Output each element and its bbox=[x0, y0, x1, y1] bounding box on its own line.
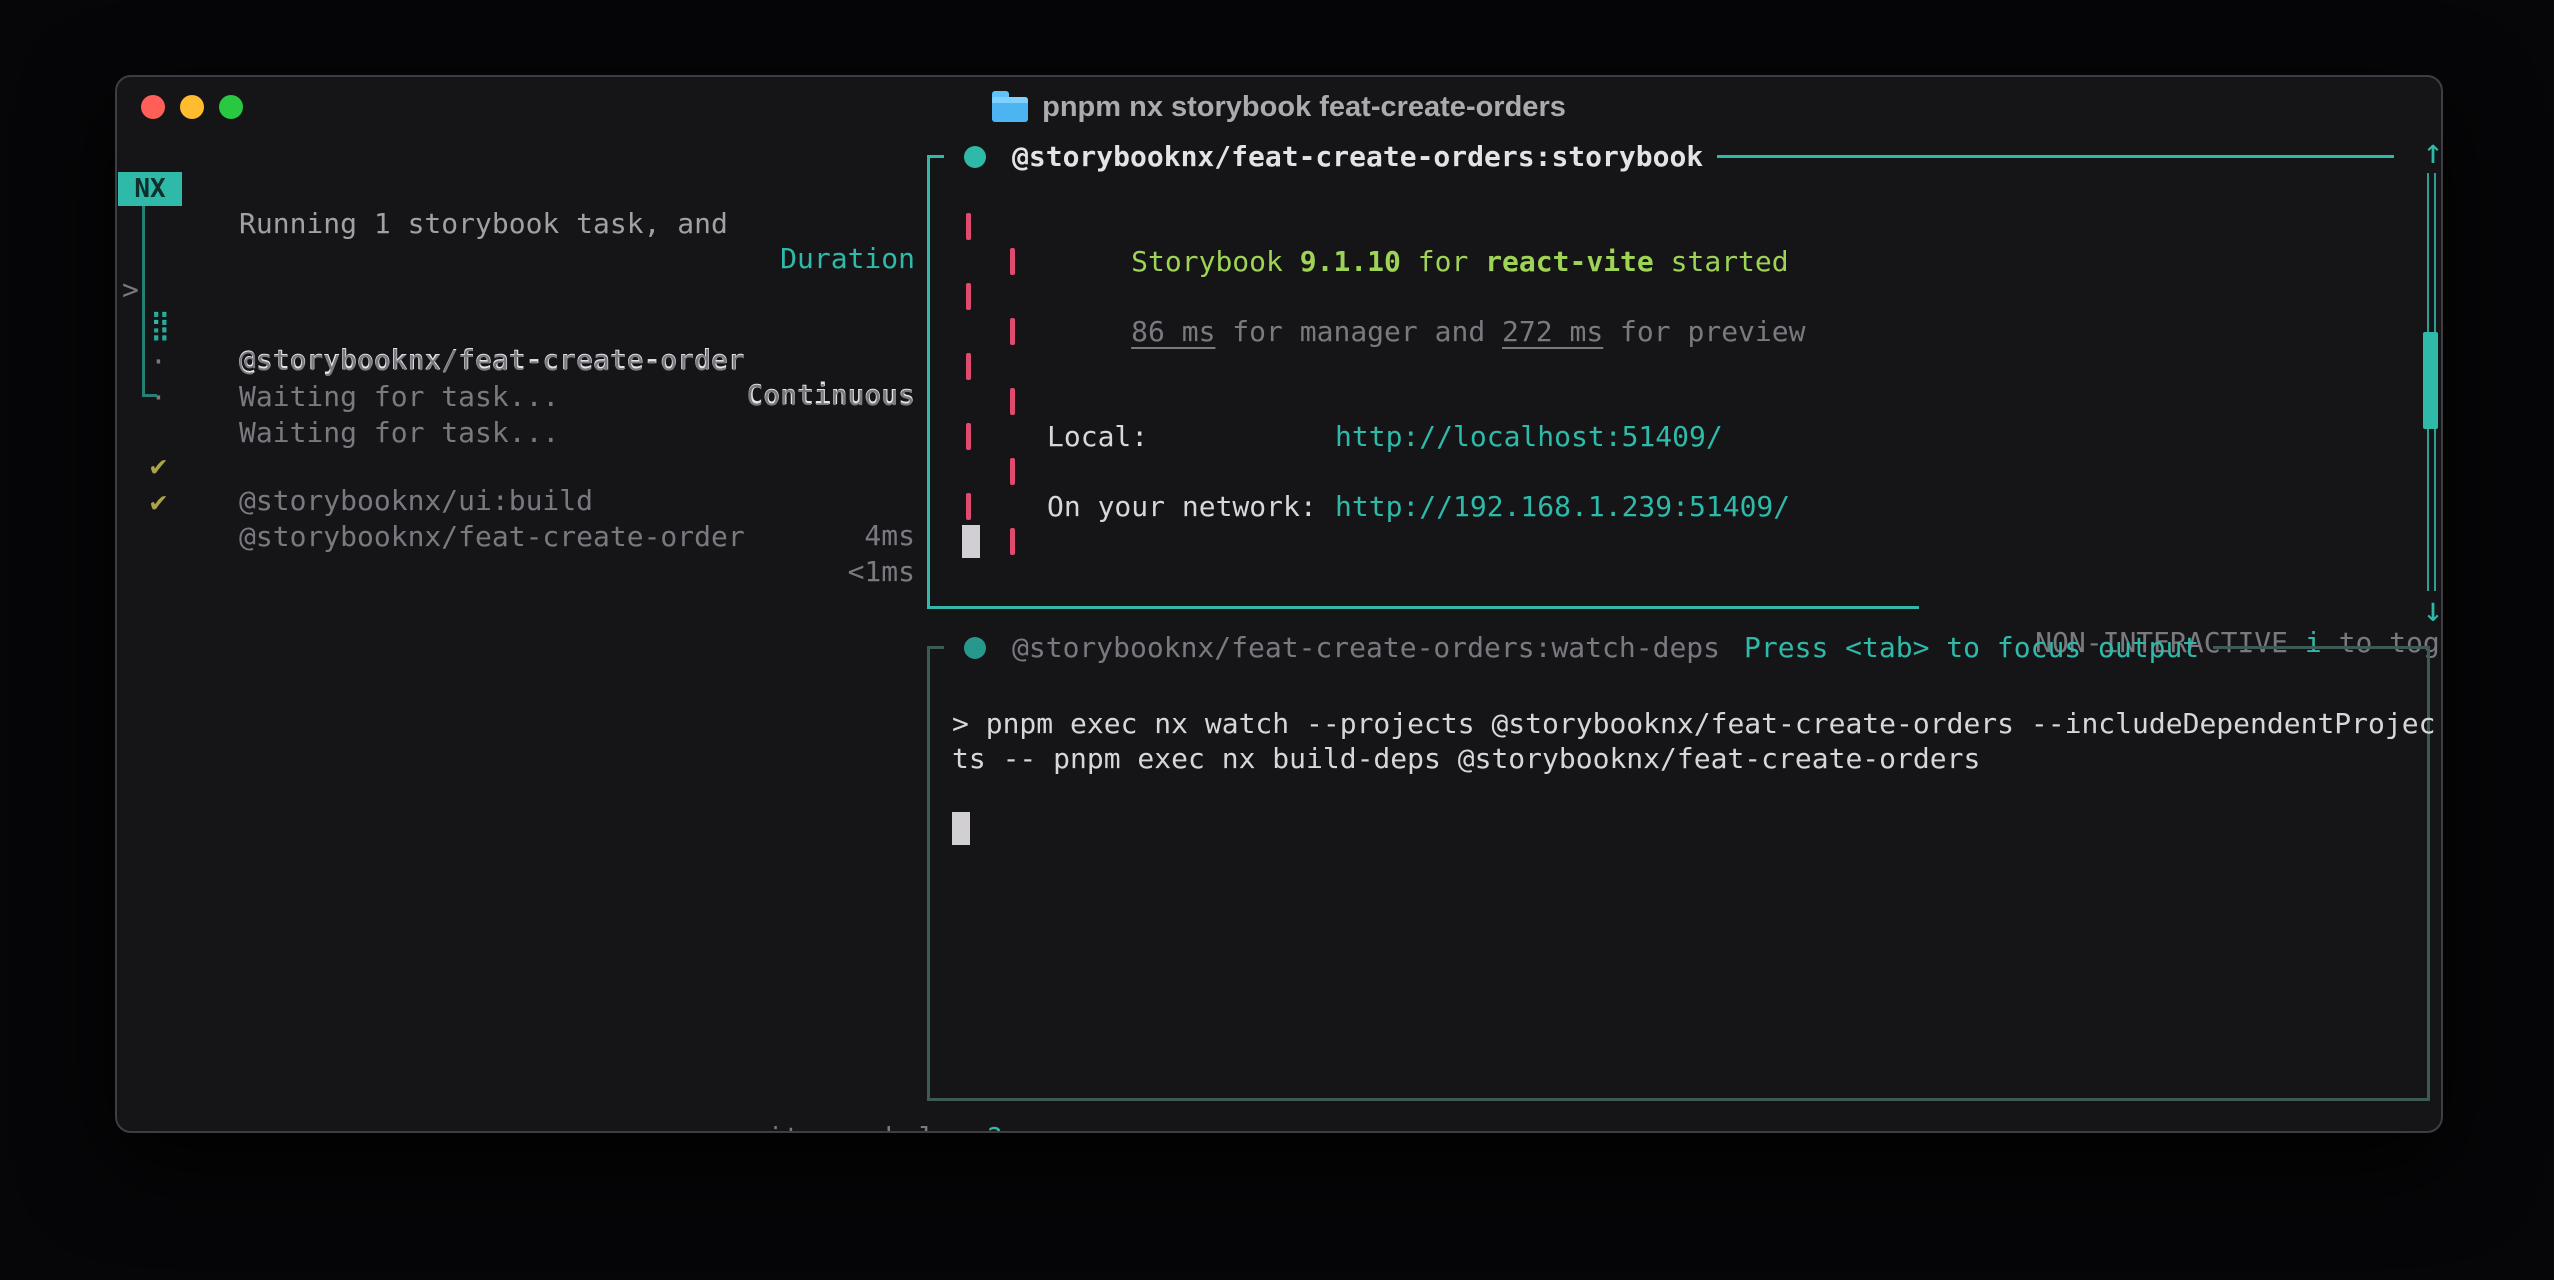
panel-border-line bbox=[2213, 646, 2430, 649]
panel-border-left bbox=[927, 155, 930, 609]
storybook-version: 9.1.10 bbox=[1300, 245, 1401, 278]
task-list-header: Running 1 storybook task, and Duration bbox=[117, 171, 917, 206]
output-bar bbox=[966, 353, 971, 380]
scroll-down-icon[interactable]: ↓ bbox=[2413, 592, 2443, 628]
output-bar bbox=[1010, 528, 1015, 555]
storybook-timing-line: 86 ms for manager and 272 ms for preview bbox=[1030, 279, 1805, 314]
window-title: pnpm nx storybook feat-create-orders bbox=[1042, 90, 1566, 125]
started-text: started bbox=[1654, 245, 1789, 278]
output-bar bbox=[966, 283, 971, 310]
panel-border-left bbox=[927, 646, 930, 1100]
watch-deps-panel-title: @storybooknx/feat-create-orders:watch-de… bbox=[1012, 630, 1720, 665]
network-url-link[interactable]: http://192.168.1.239:51409/ bbox=[1335, 489, 1790, 524]
task-row[interactable]: · Waiting for task... bbox=[117, 309, 917, 344]
output-bar bbox=[966, 493, 971, 520]
focus-hint: Press <tab> to focus output bbox=[1744, 630, 2199, 665]
storybook-panel-header[interactable]: @storybooknx/feat-create-orders:storyboo… bbox=[927, 139, 2394, 174]
started-text: Storybook bbox=[1131, 245, 1300, 278]
help-key: ? bbox=[986, 1121, 1003, 1133]
scrollbar-thumb[interactable] bbox=[2423, 332, 2438, 429]
task-name: @storybooknx/ui:build bbox=[239, 483, 593, 518]
running-status-label: Running 1 storybook task, and bbox=[239, 206, 728, 241]
task-name: Waiting for task... bbox=[239, 379, 559, 414]
storybook-panel-title: @storybooknx/feat-create-orders:storyboo… bbox=[1012, 139, 1703, 174]
task-duration: <1ms bbox=[848, 554, 915, 589]
pending-dot-icon: · bbox=[150, 380, 167, 415]
storybook-started-line: Storybook 9.1.10 for react-vite started bbox=[1030, 209, 1789, 244]
running-dot-icon bbox=[964, 146, 986, 168]
storybook-framework: react-vite bbox=[1485, 245, 1654, 278]
output-bar bbox=[1010, 458, 1015, 485]
terminal-cursor bbox=[952, 812, 970, 845]
task-row[interactable]: ⣽ @storybooknx/feat-create-order Continu… bbox=[117, 273, 917, 308]
local-label: Local: bbox=[1047, 419, 1148, 454]
completed-task-row[interactable]: ✔ @storybooknx/ui:build 4ms bbox=[117, 413, 917, 448]
output-bar bbox=[966, 423, 971, 450]
help-label: help: bbox=[851, 1121, 986, 1133]
output-bar bbox=[1010, 318, 1015, 345]
panel-border-bottom bbox=[927, 606, 1919, 609]
keybinding-footer: quit: q help: ? bbox=[632, 1085, 1003, 1133]
terminal-window: pnpm nx storybook feat-create-orders NX … bbox=[115, 75, 2443, 1133]
timing-text: for manager and bbox=[1215, 315, 1502, 348]
manager-time: 86 ms bbox=[1131, 315, 1215, 348]
task-row[interactable]: · Waiting for task... bbox=[117, 345, 917, 380]
scroll-up-icon[interactable]: ↑ bbox=[2413, 134, 2443, 170]
output-bar bbox=[966, 213, 971, 240]
watch-command-line: > pnpm exec nx watch --projects @storybo… bbox=[952, 706, 2435, 741]
task-row[interactable]: > ⣻ @storybooknx/feat-create-order Conti… bbox=[117, 237, 917, 272]
output-bar bbox=[1010, 388, 1015, 415]
watch-deps-panel-header[interactable]: @storybooknx/feat-create-orders:watch-de… bbox=[927, 630, 2430, 665]
output-bar bbox=[1010, 248, 1015, 275]
watch-command-line: ts -- pnpm exec nx build-deps @storybook… bbox=[952, 741, 1980, 776]
titlebar[interactable]: pnpm nx storybook feat-create-orders bbox=[117, 77, 2441, 132]
local-url-link[interactable]: http://localhost:51409/ bbox=[1335, 419, 1723, 454]
title-wrap: pnpm nx storybook feat-create-orders bbox=[117, 89, 2441, 125]
terminal-cursor bbox=[962, 525, 980, 558]
desktop: pnpm nx storybook feat-create-orders NX … bbox=[0, 0, 2554, 1280]
quit-label: quit: bbox=[733, 1121, 834, 1133]
quit-key: q bbox=[834, 1121, 851, 1133]
folder-icon bbox=[992, 97, 1028, 122]
started-text: for bbox=[1401, 245, 1485, 278]
preview-time: 272 ms bbox=[1502, 315, 1603, 348]
task-duration: 4ms bbox=[864, 518, 915, 553]
panel-border-bottom bbox=[927, 1098, 2430, 1101]
check-icon: ✔ bbox=[150, 484, 167, 519]
timing-text: for preview bbox=[1603, 315, 1805, 348]
task-name: @storybooknx/feat-create-order bbox=[239, 519, 745, 554]
panel-border-line bbox=[1717, 155, 2394, 158]
completed-task-row[interactable]: ✔ @storybooknx/feat-create-order <1ms bbox=[117, 449, 917, 484]
task-status: Continuous bbox=[746, 378, 915, 413]
running-dot-icon bbox=[964, 637, 986, 659]
network-label: On your network: bbox=[1047, 489, 1317, 524]
